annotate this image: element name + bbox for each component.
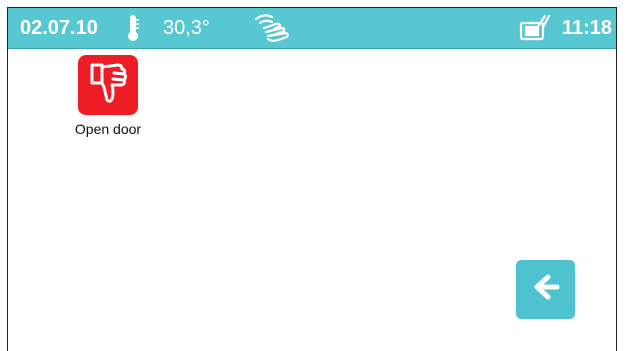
status-bar: 02.07.10 30,3° 11:18 [8, 8, 616, 49]
app-open-door[interactable]: Open door [60, 55, 156, 137]
message-icon [518, 13, 552, 43]
back-arrow-icon [531, 272, 561, 307]
status-time: 11:18 [561, 17, 612, 39]
status-temperature: 30,3° [163, 17, 210, 39]
back-button[interactable] [516, 260, 575, 319]
screen-frame: 02.07.10 30,3° 11:18 Open door [7, 7, 617, 351]
thumbs-down-icon [88, 61, 128, 110]
thermometer-icon [126, 14, 140, 42]
open-door-button[interactable] [78, 55, 138, 115]
status-date: 02.07.10 [20, 17, 98, 39]
hand-swipe-icon [252, 12, 292, 44]
app-label: Open door [74, 121, 142, 137]
